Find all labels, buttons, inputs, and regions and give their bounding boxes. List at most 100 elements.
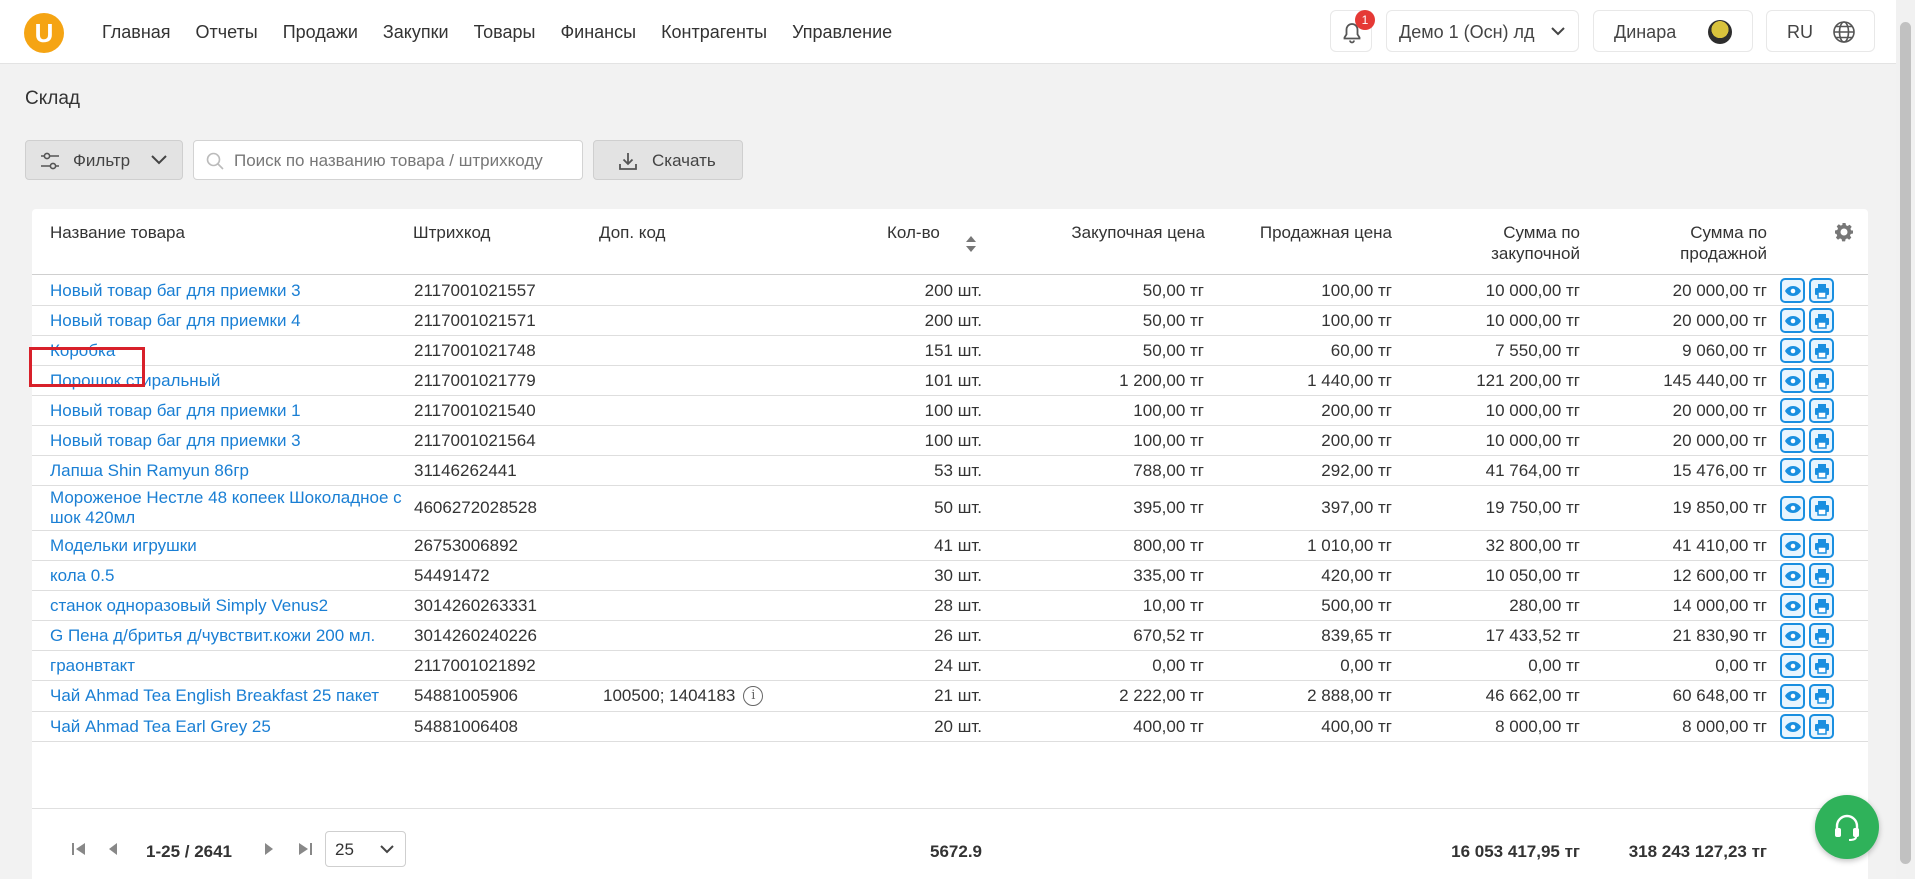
product-name-link[interactable]: Новый товар баг для приемки 3 bbox=[50, 426, 410, 455]
view-button[interactable] bbox=[1780, 683, 1805, 709]
sort-icon[interactable] bbox=[965, 235, 977, 253]
sum-buy-cell: 46 662,00 тг bbox=[1485, 686, 1580, 705]
column-header-name[interactable]: Название товара bbox=[50, 222, 185, 243]
buy-price-cell: 10,00 тг bbox=[1142, 595, 1204, 615]
print-button[interactable] bbox=[1809, 653, 1834, 678]
product-name-link[interactable]: Новый товар баг для приемки 3 bbox=[50, 276, 410, 305]
sell-price-cell: 100,00 тг bbox=[1321, 280, 1392, 300]
printer-icon bbox=[1814, 598, 1829, 614]
table-row: Порошок стиральный 2117001021779 101 шт. 1 … bbox=[32, 366, 1868, 396]
print-button[interactable] bbox=[1809, 495, 1834, 521]
download-icon bbox=[619, 153, 637, 170]
nav-item-sales[interactable]: Продажи bbox=[283, 22, 358, 43]
print-button[interactable] bbox=[1809, 398, 1834, 423]
product-name-link[interactable]: Новый товар баг для приемки 1 bbox=[50, 396, 410, 425]
product-name-link[interactable]: G Пена д/бритья д/чувствит.кожи 200 мл. bbox=[50, 621, 410, 650]
product-name-link[interactable]: Мороженое Нестле 48 копеек Шоколадное с … bbox=[50, 486, 410, 530]
qty-cell: 100 шт. bbox=[924, 400, 982, 420]
qty-cell: 53 шт. bbox=[934, 460, 982, 480]
product-name-link[interactable]: Чай Ahmad Tea Earl Grey 25 bbox=[50, 712, 410, 741]
view-button[interactable] bbox=[1780, 308, 1805, 333]
view-button[interactable] bbox=[1780, 428, 1805, 453]
view-button[interactable] bbox=[1780, 458, 1805, 483]
view-button[interactable] bbox=[1780, 714, 1805, 739]
info-icon[interactable]: i bbox=[743, 686, 764, 706]
scrollbar-thumb[interactable] bbox=[1900, 22, 1911, 864]
first-page-icon[interactable] bbox=[72, 843, 86, 855]
nav-item-purchases[interactable]: Закупки bbox=[383, 22, 449, 43]
filter-label: Фильтр bbox=[73, 151, 131, 170]
last-page-icon[interactable] bbox=[298, 843, 312, 855]
app-logo[interactable]: U bbox=[24, 13, 64, 53]
next-page-icon[interactable] bbox=[264, 843, 274, 855]
column-header-extra-code[interactable]: Доп. код bbox=[599, 222, 665, 243]
view-button[interactable] bbox=[1780, 338, 1805, 363]
print-button[interactable] bbox=[1809, 428, 1834, 453]
column-header-sum-buy[interactable]: Сумма по закупочной bbox=[1412, 222, 1580, 264]
prev-page-icon[interactable] bbox=[108, 843, 118, 855]
row-actions bbox=[1780, 456, 1838, 485]
highlight-box bbox=[29, 347, 145, 387]
barcode-cell: 31146262441 bbox=[414, 460, 517, 480]
print-button[interactable] bbox=[1809, 593, 1834, 618]
support-chat-button[interactable] bbox=[1815, 795, 1879, 859]
product-name-link[interactable]: Новый товар баг для приемки 4 bbox=[50, 306, 410, 335]
filter-button[interactable]: Фильтр bbox=[25, 140, 183, 180]
buy-price-cell: 670,52 тг bbox=[1133, 625, 1204, 645]
nav-item-products[interactable]: Товары bbox=[474, 22, 536, 43]
nav-item-home[interactable]: Главная bbox=[102, 22, 171, 43]
print-button[interactable] bbox=[1809, 368, 1834, 393]
print-button[interactable] bbox=[1809, 533, 1834, 558]
view-button[interactable] bbox=[1780, 368, 1805, 393]
download-button[interactable]: Скачать bbox=[593, 140, 743, 180]
print-button[interactable] bbox=[1809, 714, 1834, 739]
printer-icon bbox=[1814, 433, 1829, 449]
buy-price-cell: 788,00 тг bbox=[1133, 460, 1204, 480]
product-name-link[interactable]: кола 0.5 bbox=[50, 561, 410, 590]
sum-sell-cell: 19 850,00 тг bbox=[1672, 498, 1767, 517]
product-name-link[interactable]: Чай Ahmad Tea English Breakfast 25 пакет bbox=[50, 681, 410, 711]
column-header-qty[interactable]: Кол-во bbox=[887, 222, 940, 243]
product-name-link[interactable]: Лапша Shin Ramyun 86гр bbox=[50, 456, 410, 485]
nav-item-management[interactable]: Управление bbox=[792, 22, 892, 43]
nav-item-counterparties[interactable]: Контрагенты bbox=[661, 22, 767, 43]
column-header-buy-price[interactable]: Закупочная цена bbox=[1032, 222, 1205, 243]
print-button[interactable] bbox=[1809, 683, 1834, 709]
row-actions bbox=[1780, 651, 1838, 680]
print-button[interactable] bbox=[1809, 278, 1834, 303]
print-button[interactable] bbox=[1809, 338, 1834, 363]
column-header-sell-price[interactable]: Продажная цена bbox=[1212, 222, 1392, 243]
column-header-sum-sell[interactable]: Сумма по продажной bbox=[1592, 222, 1767, 264]
store-select[interactable]: Демо 1 (Осн) лд bbox=[1386, 10, 1579, 52]
gear-icon[interactable] bbox=[1834, 222, 1854, 242]
user-menu[interactable]: Динара bbox=[1593, 10, 1753, 52]
search-input[interactable] bbox=[234, 147, 574, 175]
view-button[interactable] bbox=[1780, 563, 1805, 588]
search-box bbox=[193, 140, 583, 180]
view-button[interactable] bbox=[1780, 653, 1805, 678]
print-button[interactable] bbox=[1809, 563, 1834, 588]
product-name-link[interactable]: Модельки игрушки bbox=[50, 531, 410, 560]
printer-icon bbox=[1814, 689, 1829, 704]
product-name-link[interactable]: граонвтакт bbox=[50, 651, 410, 680]
user-name: Динара bbox=[1614, 22, 1677, 42]
printer-icon bbox=[1814, 343, 1829, 359]
per-page-select[interactable]: 25 bbox=[325, 831, 406, 867]
view-button[interactable] bbox=[1780, 593, 1805, 618]
view-button[interactable] bbox=[1780, 398, 1805, 423]
product-name-link[interactable]: станок одноразовый Simply Venus2 bbox=[50, 591, 410, 620]
notifications-button[interactable]: 1 bbox=[1330, 10, 1375, 52]
print-button[interactable] bbox=[1809, 308, 1834, 333]
view-button[interactable] bbox=[1780, 623, 1805, 648]
view-button[interactable] bbox=[1780, 495, 1805, 521]
sum-sell-cell: 15 476,00 тг bbox=[1672, 460, 1767, 480]
column-header-barcode[interactable]: Штрихкод bbox=[413, 222, 490, 243]
nav-item-reports[interactable]: Отчеты bbox=[196, 22, 258, 43]
nav-item-finance[interactable]: Финансы bbox=[560, 22, 636, 43]
view-button[interactable] bbox=[1780, 278, 1805, 303]
language-select[interactable]: RU bbox=[1766, 10, 1875, 52]
print-button[interactable] bbox=[1809, 458, 1834, 483]
globe-icon bbox=[1833, 21, 1855, 43]
view-button[interactable] bbox=[1780, 533, 1805, 558]
print-button[interactable] bbox=[1809, 623, 1834, 648]
